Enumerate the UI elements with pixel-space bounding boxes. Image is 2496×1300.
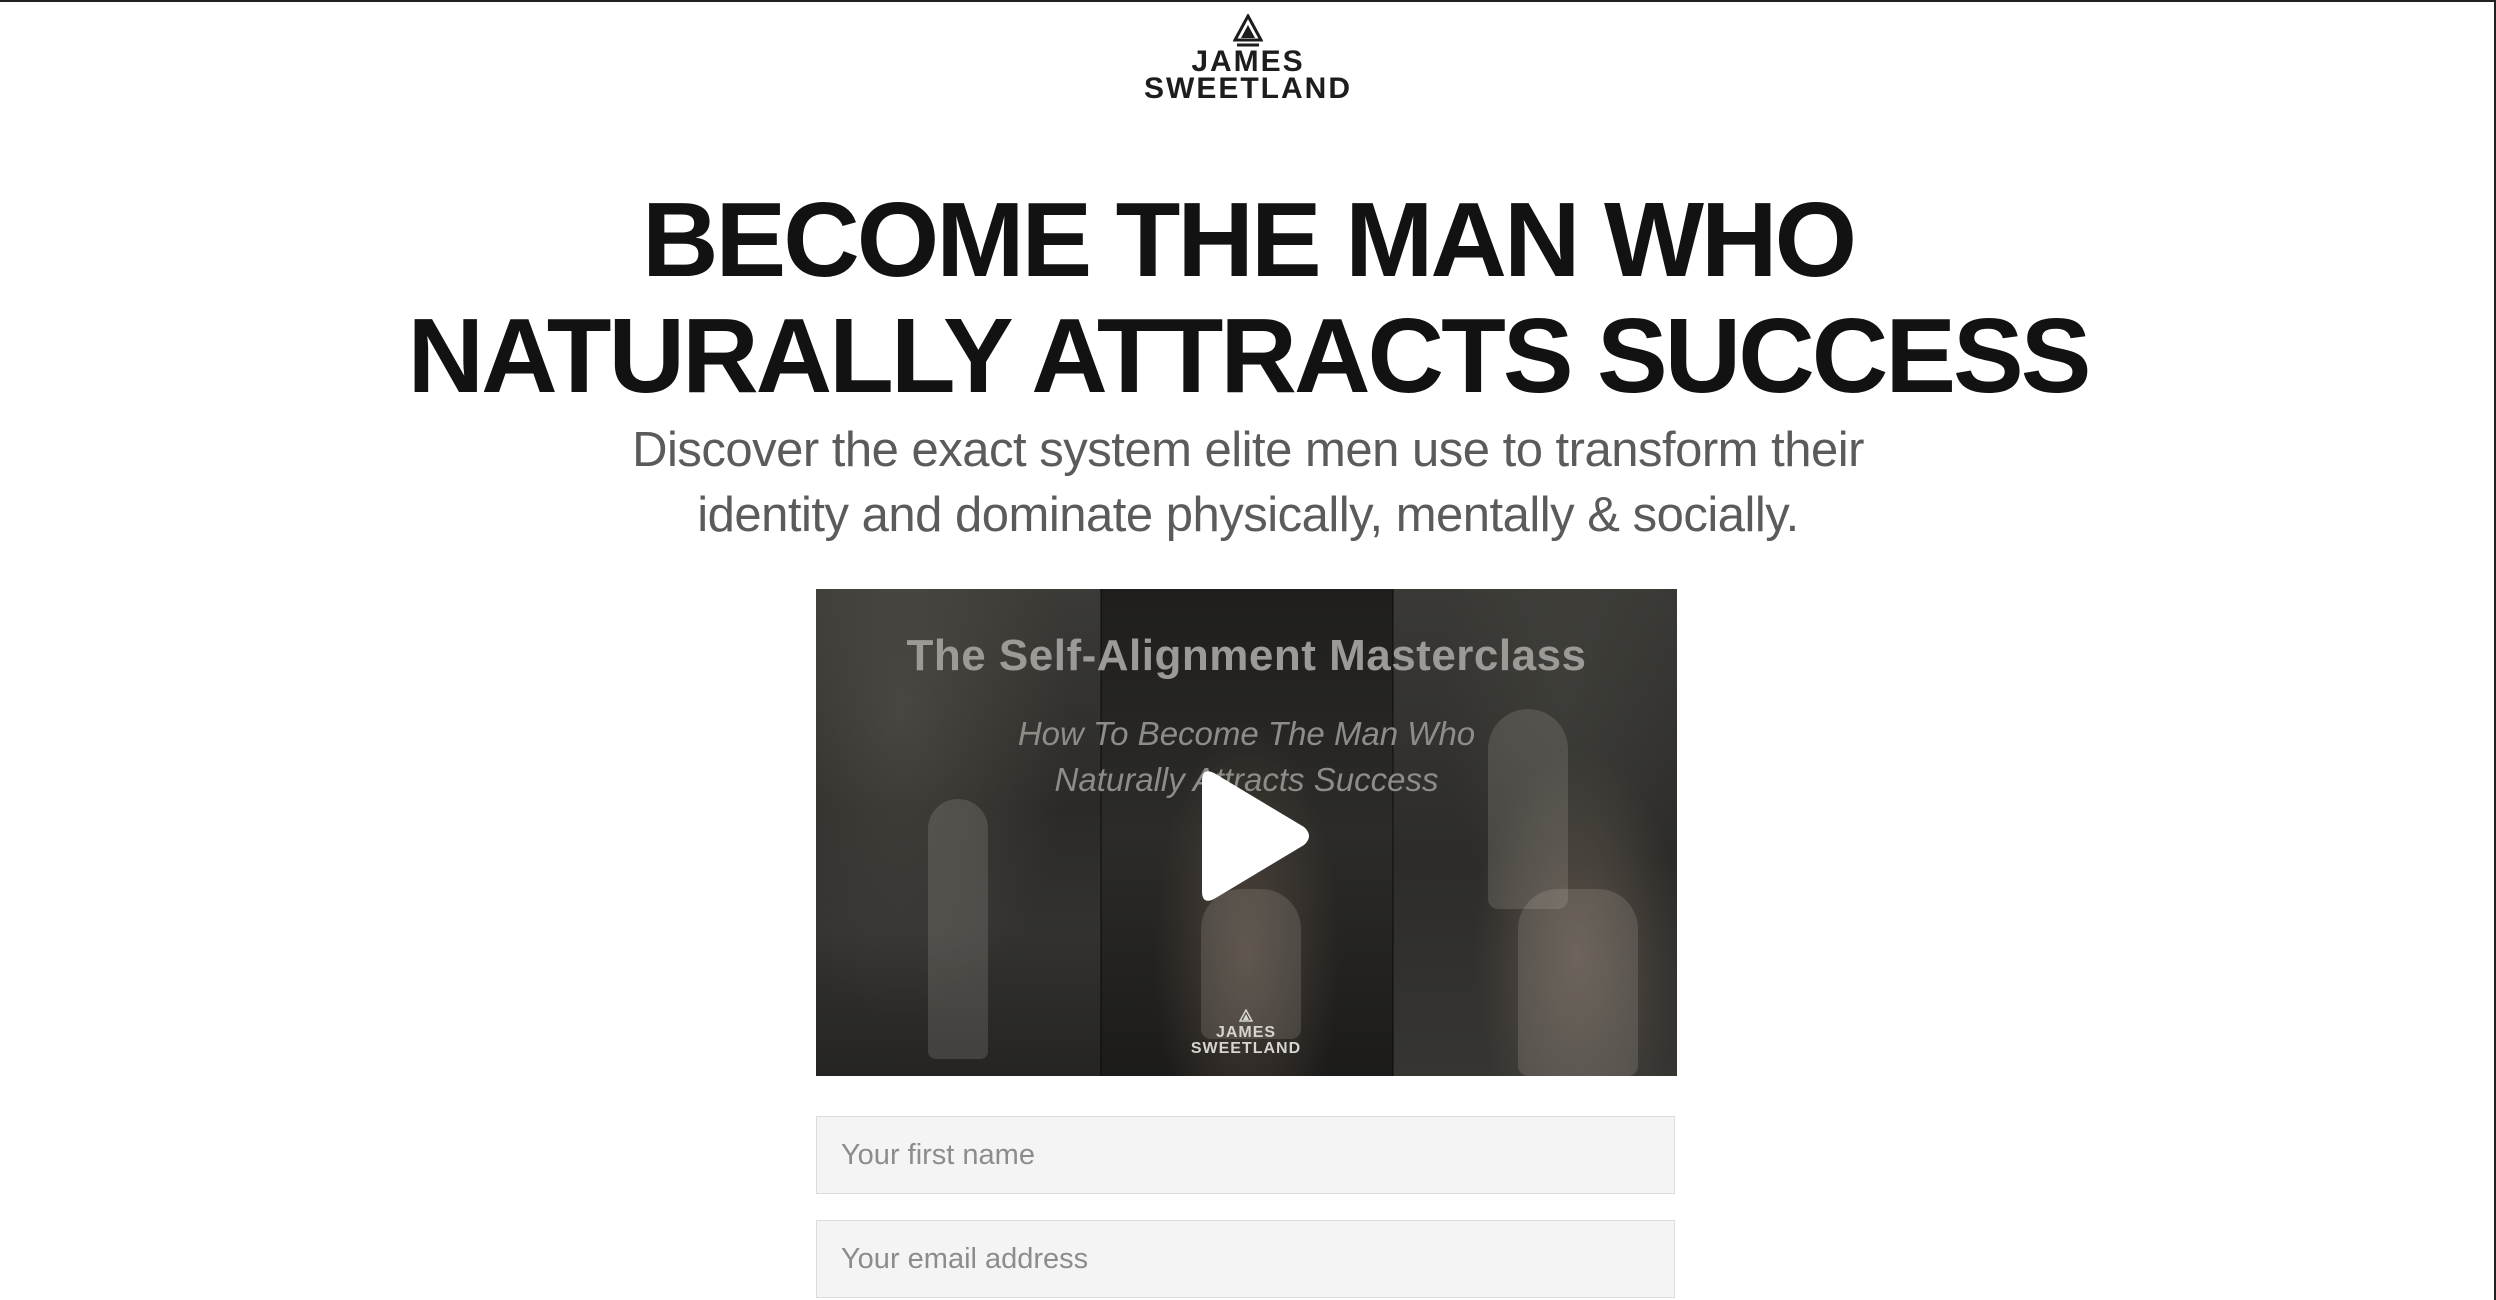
hero-headline: BECOME THE MAN WHO NATURALLY ATTRACTS SU… <box>0 182 2496 414</box>
subheading-line-1: Discover the exact system elite men use … <box>632 423 1864 477</box>
brand-logo[interactable]: JAMES SWEETLAND <box>1128 14 1368 105</box>
headline-line-1: BECOME THE MAN WHO <box>641 181 1857 299</box>
first-name-input[interactable] <box>816 1116 1675 1194</box>
logo-text-first: JAMES <box>1191 45 1305 78</box>
video-subtitle-line-1: How To Become The Man Who <box>1017 715 1476 752</box>
email-input[interactable] <box>816 1220 1675 1298</box>
masterclass-video-player[interactable]: The Self-Alignment Masterclass How To Be… <box>816 589 1677 1076</box>
video-title: The Self-Alignment Masterclass <box>906 631 1587 680</box>
video-watermark-last: SWEETLAND <box>1190 1040 1302 1057</box>
hero-subheading: Discover the exact system elite men use … <box>0 418 2496 548</box>
headline-line-2: NATURALLY ATTRACTS SUCCESS <box>407 297 2092 415</box>
triangle-monogram-icon <box>1233 14 1263 47</box>
thumbnail-figure-right-bottom <box>1518 889 1638 1076</box>
thumbnail-figure-left <box>928 799 988 1059</box>
triangle-monogram-icon <box>1239 1009 1253 1022</box>
subheading-line-2: identity and dominate physically, mental… <box>697 488 1799 542</box>
play-icon[interactable] <box>1194 761 1314 911</box>
logo-text-last: SWEETLAND <box>1144 72 1352 105</box>
video-watermark-logo: JAMES SWEETLAND <box>1146 1009 1346 1057</box>
video-watermark-first: JAMES <box>1215 1024 1277 1041</box>
page-top-border <box>0 0 2496 2</box>
